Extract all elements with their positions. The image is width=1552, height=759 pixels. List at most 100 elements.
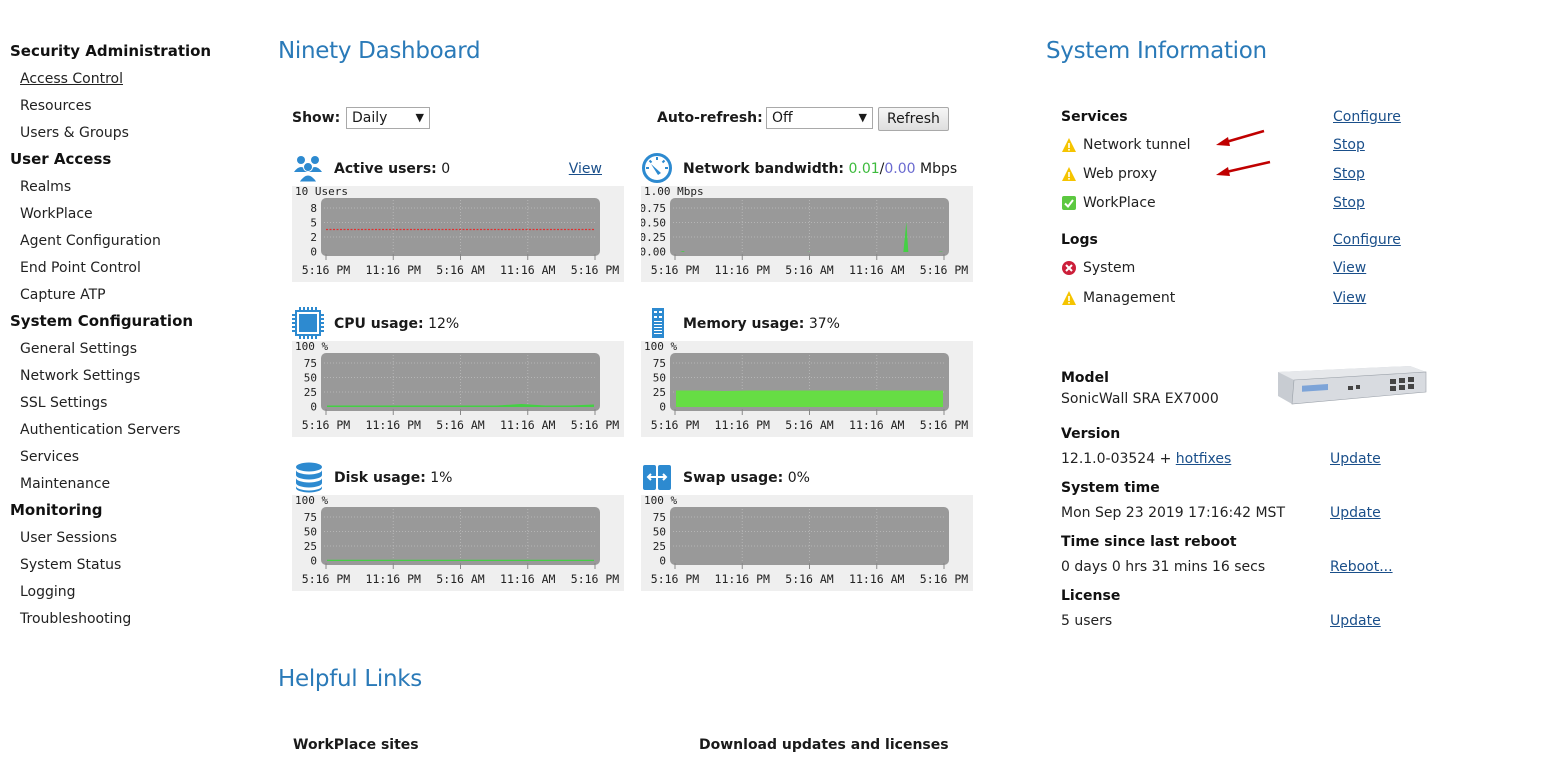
disk-usage-value: 1% — [430, 470, 453, 486]
refresh-button[interactable]: Refresh — [878, 107, 949, 131]
chart-x-tick-label: 5:16 AM — [436, 263, 485, 277]
network-bandwidth-widget: Network bandwidth: 0.01/0.00 Mbps 1.00 M… — [641, 152, 973, 282]
gauge-icon — [642, 153, 672, 183]
sidebar-item-general-settings[interactable]: General Settings — [10, 337, 260, 364]
uptime-value: 0 days 0 hrs 31 mins 16 secs — [1061, 559, 1266, 575]
error-icon — [1062, 261, 1076, 275]
sidebar-item-authentication-servers[interactable]: Authentication Servers — [10, 418, 260, 445]
autorefresh-select[interactable]: Off ▼ — [766, 107, 873, 129]
sidebar-item-resources[interactable]: Resources — [10, 94, 260, 121]
management-log-view-link[interactable]: View — [1333, 290, 1366, 306]
chart-x-tick-label: 11:16 AM — [849, 418, 904, 432]
warning-icon — [1062, 291, 1076, 305]
sidebar-item-label: Logging — [20, 584, 76, 600]
sidebar-item-capture-atp[interactable]: Capture ATP — [10, 283, 260, 310]
sidebar-item-services[interactable]: Services — [10, 445, 260, 472]
chart-y-tick-label: 0 — [659, 401, 666, 414]
active-users-title: Active users: 0 — [334, 161, 451, 177]
license-label: License — [1061, 588, 1121, 604]
show-period-select[interactable]: Daily ▼ — [346, 107, 430, 129]
sidebar-section-monitoring: Monitoring — [10, 501, 103, 519]
sidebar-item-ssl-settings[interactable]: SSL Settings — [10, 391, 260, 418]
chart-x-tick-label: 11:16 PM — [715, 263, 770, 277]
chart-x-tick-label: 11:16 PM — [715, 418, 770, 432]
active-users-widget: Active users: 0 View 10 Users 8 5 2 0 5:16 PM… — [292, 152, 624, 282]
disk-usage-widget: Disk usage: 1% 100 % 75 50 25 0 5:16 PM 11:16 … — [292, 461, 624, 591]
sidebar-item-system-status[interactable]: System Status — [10, 553, 260, 580]
services-configure-link[interactable]: Configure — [1333, 109, 1401, 125]
helpful-links-title: Helpful Links — [278, 666, 422, 692]
chart-y-tick-label: 25 — [304, 540, 317, 553]
services-label: Services — [1061, 109, 1128, 125]
sidebar-item-label: Capture ATP — [20, 287, 106, 303]
system-time-value: Mon Sep 23 2019 17:16:42 MST — [1061, 505, 1285, 521]
sidebar-item-workplace[interactable]: WorkPlace — [10, 202, 260, 229]
chart-y-tick-label: 25 — [304, 386, 317, 399]
chart-x-tick-label: 5:16 PM — [302, 418, 351, 432]
workplace-stop-link[interactable]: Stop — [1333, 195, 1365, 211]
sidebar-item-end-point-control[interactable]: End Point Control — [10, 256, 260, 283]
cpu-usage-widget: CPU usage: 12% 100 % 75 50 25 0 5:16 PM 11:16 … — [292, 307, 624, 437]
show-label: Show: — [292, 110, 341, 126]
version-update-link[interactable]: Update — [1330, 451, 1381, 467]
chart-x-tick-label: 5:16 PM — [571, 418, 620, 432]
chart-x-tick-label: 5:16 PM — [920, 263, 969, 277]
memory-icon — [652, 308, 664, 338]
warning-icon — [1062, 167, 1076, 181]
chart-y-tick-label: 8 — [310, 202, 317, 215]
sidebar-item-agent-configuration[interactable]: Agent Configuration — [10, 229, 260, 256]
chart-x-tick-label: 5:16 PM — [302, 263, 351, 277]
version-value: 12.1.0-03524 + hotfixes — [1061, 451, 1232, 467]
sidebar-item-label: Access Control — [20, 71, 123, 87]
sidebar-item-user-sessions[interactable]: User Sessions — [10, 526, 260, 553]
reboot-link[interactable]: Reboot... — [1330, 559, 1393, 575]
chart-y-tick-label: 50 — [653, 526, 666, 539]
chart-y-tick-label: 75 — [304, 357, 317, 370]
system-log-view-link[interactable]: View — [1333, 260, 1366, 276]
cpu-usage-title: CPU usage: 12% — [334, 316, 460, 332]
active-users-view-link[interactable]: View — [569, 161, 602, 177]
network-tunnel-stop-link[interactable]: Stop — [1333, 137, 1365, 153]
chart-y-tick-label: 0 — [310, 246, 317, 259]
chart-y-tick-label: 75 — [653, 357, 666, 370]
chart-x-tick-label: 11:16 PM — [366, 418, 421, 432]
chart-x-tick-label: 5:16 PM — [651, 572, 700, 586]
sidebar-item-label: Realms — [20, 179, 72, 195]
license-update-link[interactable]: Update — [1330, 613, 1381, 629]
hotfixes-link[interactable]: hotfixes — [1176, 451, 1232, 467]
sidebar-item-maintenance[interactable]: Maintenance — [10, 472, 260, 499]
sidebar-item-logging[interactable]: Logging — [10, 580, 260, 607]
sidebar-item-label: General Settings — [20, 341, 138, 357]
logs-configure-link[interactable]: Configure — [1333, 232, 1401, 248]
sidebar-item-label: End Point Control — [20, 260, 141, 276]
chart-x-tick-label: 5:16 AM — [785, 572, 834, 586]
chart-x-tick-label: 11:16 AM — [500, 418, 555, 432]
cpu-usage-chart: 100 % 75 50 25 0 5:16 PM 11:16 PM 5:16 AM 11:16 … — [292, 341, 624, 437]
system-time-update-link[interactable]: Update — [1330, 505, 1381, 521]
memory-usage-value: 37% — [808, 316, 840, 332]
chart-y-tick-label: 0.50 — [641, 217, 666, 230]
sidebar-item-label: Users & Groups — [20, 125, 129, 141]
chart-series-area-disk — [327, 559, 594, 561]
sidebar-item-troubleshooting[interactable]: Troubleshooting — [10, 607, 260, 634]
sidebar-section-system-configuration: System Configuration — [10, 312, 194, 330]
sidebar-item-users-groups[interactable]: Users & Groups — [10, 121, 260, 148]
sidebar-item-realms[interactable]: Realms — [10, 175, 260, 202]
web-proxy-stop-link[interactable]: Stop — [1333, 166, 1365, 182]
chart-x-tick-label: 5:16 PM — [571, 572, 620, 586]
chart-x-tick-label: 5:16 AM — [785, 263, 834, 277]
page-title: Ninety Dashboard — [278, 38, 481, 64]
chart-x-tick-label: 5:16 AM — [436, 572, 485, 586]
sidebar-item-network-settings[interactable]: Network Settings — [10, 364, 260, 391]
sidebar-item-access-control[interactable]: Access Control — [10, 67, 260, 94]
chart-y-tick-label: 0.75 — [641, 202, 666, 215]
helpful-links-workplace-sites: WorkPlace sites — [293, 737, 419, 753]
chart-unit-label: 100 % — [295, 495, 328, 507]
chart-y-tick-label: 75 — [653, 511, 666, 524]
sidebar-item-label: WorkPlace — [20, 206, 93, 222]
dropdown-arrow-icon: ▼ — [858, 111, 867, 124]
chart-x-tick-label: 11:16 AM — [849, 263, 904, 277]
sidebar-item-label: Agent Configuration — [20, 233, 161, 249]
license-value: 5 users — [1061, 613, 1113, 629]
system-information-title: System Information — [1046, 38, 1267, 64]
